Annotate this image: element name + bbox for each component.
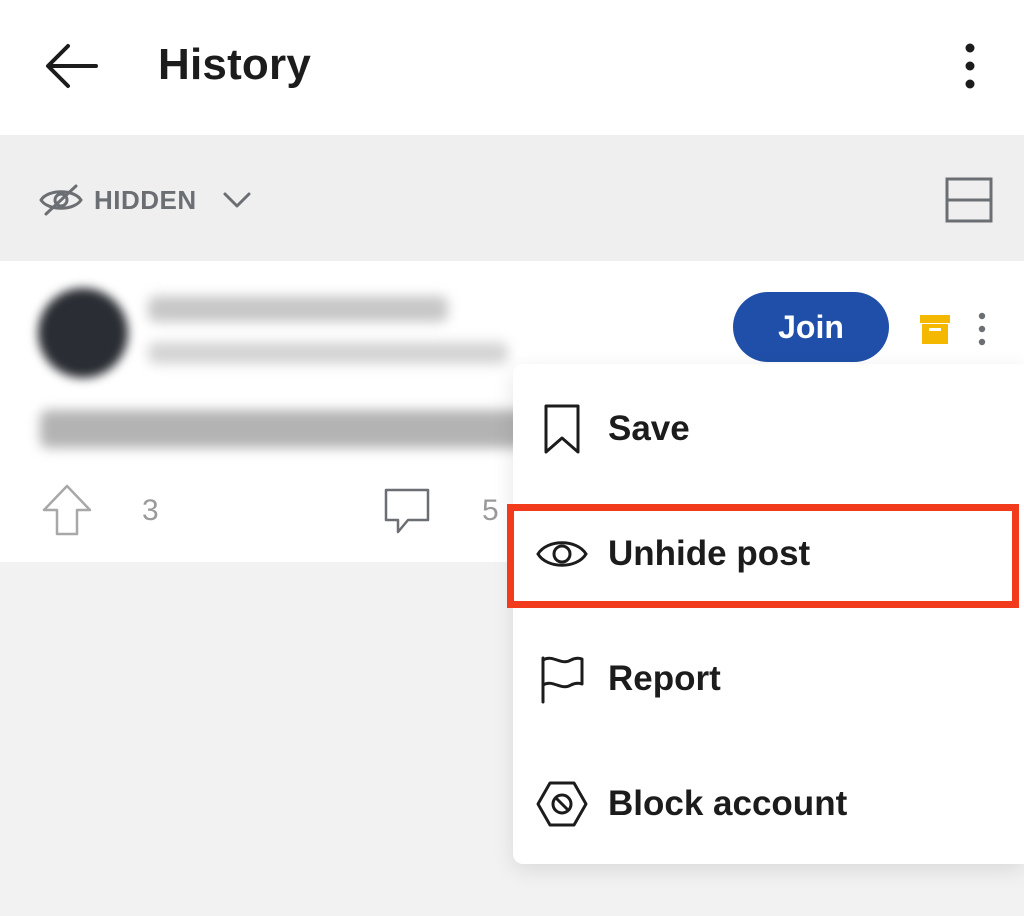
comment-count: 5 <box>482 494 499 527</box>
back-button[interactable] <box>40 38 104 94</box>
layout-toggle-button[interactable] <box>944 176 994 224</box>
app-header: History <box>0 0 1024 135</box>
eye-off-icon <box>39 184 83 216</box>
page-title: History <box>158 40 311 89</box>
more-options-button[interactable] <box>950 40 990 92</box>
post-title <box>40 410 532 448</box>
card-layout-icon <box>945 177 993 223</box>
community-avatar[interactable] <box>38 288 128 378</box>
filter-dropdown[interactable]: HIDDEN <box>38 175 257 225</box>
menu-item-label: Block account <box>608 784 848 823</box>
menu-item-save[interactable]: Save <box>513 374 1024 484</box>
menu-item-block-account[interactable]: Block account <box>513 749 1024 859</box>
menu-item-report[interactable]: Report <box>513 624 1024 734</box>
filter-label: HIDDEN <box>94 184 197 215</box>
menu-item-label: Report <box>608 659 721 698</box>
vote-count: 3 <box>142 494 159 527</box>
more-vertical-icon <box>965 43 975 89</box>
highlight-box <box>507 504 1019 608</box>
archive-icon <box>920 315 950 344</box>
post-meta <box>148 342 508 364</box>
post-options-menu: Save Unhide post Report Block account <box>513 364 1024 864</box>
more-vertical-icon <box>978 312 986 346</box>
community-name <box>148 296 448 322</box>
upvote-button[interactable] <box>40 482 94 538</box>
bookmark-icon <box>544 404 580 454</box>
join-button[interactable]: Join <box>733 292 889 362</box>
menu-item-label: Save <box>608 409 690 448</box>
chevron-down-icon <box>223 192 251 208</box>
flag-icon <box>541 656 584 704</box>
arrow-left-icon <box>46 44 98 88</box>
comments-button[interactable] <box>380 484 434 538</box>
comment-icon <box>384 488 430 534</box>
post-options-button[interactable] <box>970 310 994 350</box>
upvote-arrow-icon <box>42 484 92 536</box>
block-icon <box>536 781 588 827</box>
